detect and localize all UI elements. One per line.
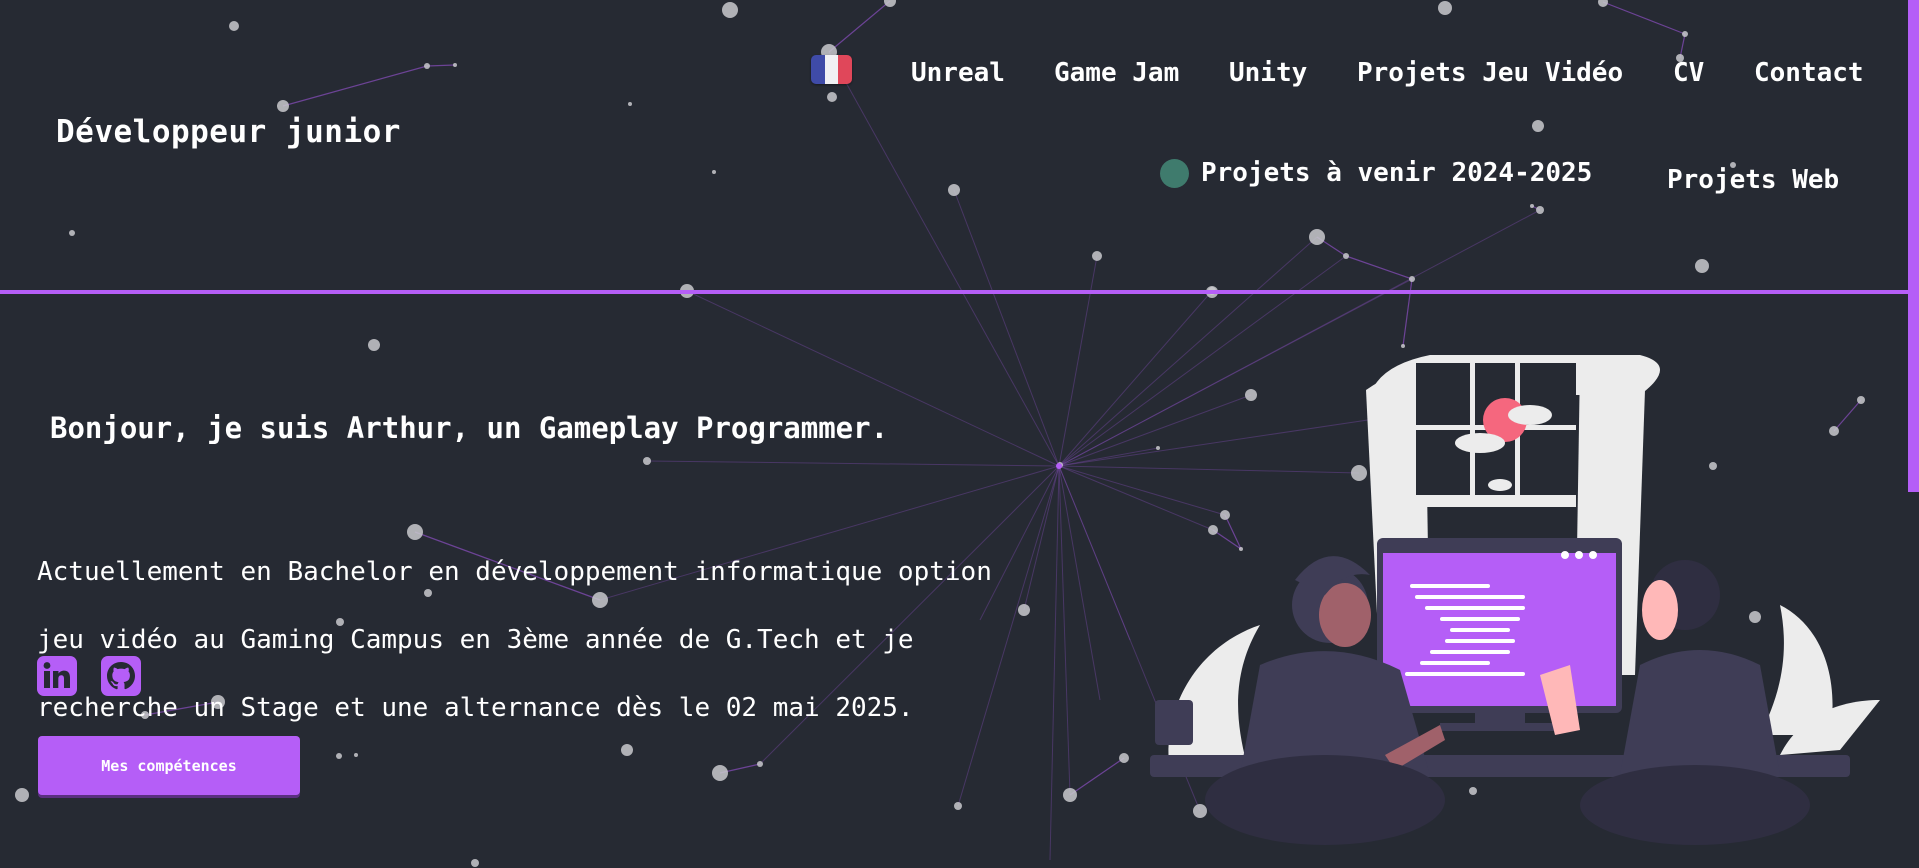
nav-upcoming-projects[interactable]: Projets à venir 2024-2025 <box>1160 158 1592 188</box>
github-glyph <box>107 662 135 690</box>
nav-projets-jeu-video[interactable]: Projets Jeu Vidéo <box>1357 58 1623 88</box>
nav-unity[interactable]: Unity <box>1229 58 1307 88</box>
intro-line: jeu vidéo au Gaming Campus en 3ème année… <box>37 625 914 655</box>
skills-button[interactable]: Mes compétences <box>38 736 300 795</box>
github-icon[interactable] <box>101 656 141 696</box>
header-divider <box>0 290 1909 294</box>
intro-line: Actuellement en Bachelor en développemen… <box>37 557 992 587</box>
developers-illustration <box>1150 355 1880 845</box>
intro-line: recherche un Stage et une alternance dès… <box>37 693 914 723</box>
nav-cv[interactable]: CV <box>1673 58 1704 88</box>
page: Développeur junior Unreal Game Jam Unity… <box>0 0 1919 868</box>
nav-projets-web[interactable]: Projets Web <box>1667 165 1839 195</box>
hero-intro: Actuellement en Bachelor en développemen… <box>37 521 1047 759</box>
hero-greeting: Bonjour, je suis Arthur, un Gameplay Pro… <box>50 411 889 445</box>
scroll-accent-bar[interactable] <box>1908 0 1919 492</box>
status-dot-icon <box>1160 158 1189 188</box>
france-flag-icon[interactable] <box>811 55 852 84</box>
site-title: Développeur junior <box>56 114 401 150</box>
nav-unreal[interactable]: Unreal <box>911 58 1005 88</box>
nav-contact[interactable]: Contact <box>1754 58 1864 88</box>
linkedin-icon[interactable] <box>37 656 77 696</box>
linkedin-glyph <box>43 662 70 688</box>
upcoming-projects-label: Projets à venir 2024-2025 <box>1201 158 1593 188</box>
nav-game-jam[interactable]: Game Jam <box>1054 58 1179 88</box>
